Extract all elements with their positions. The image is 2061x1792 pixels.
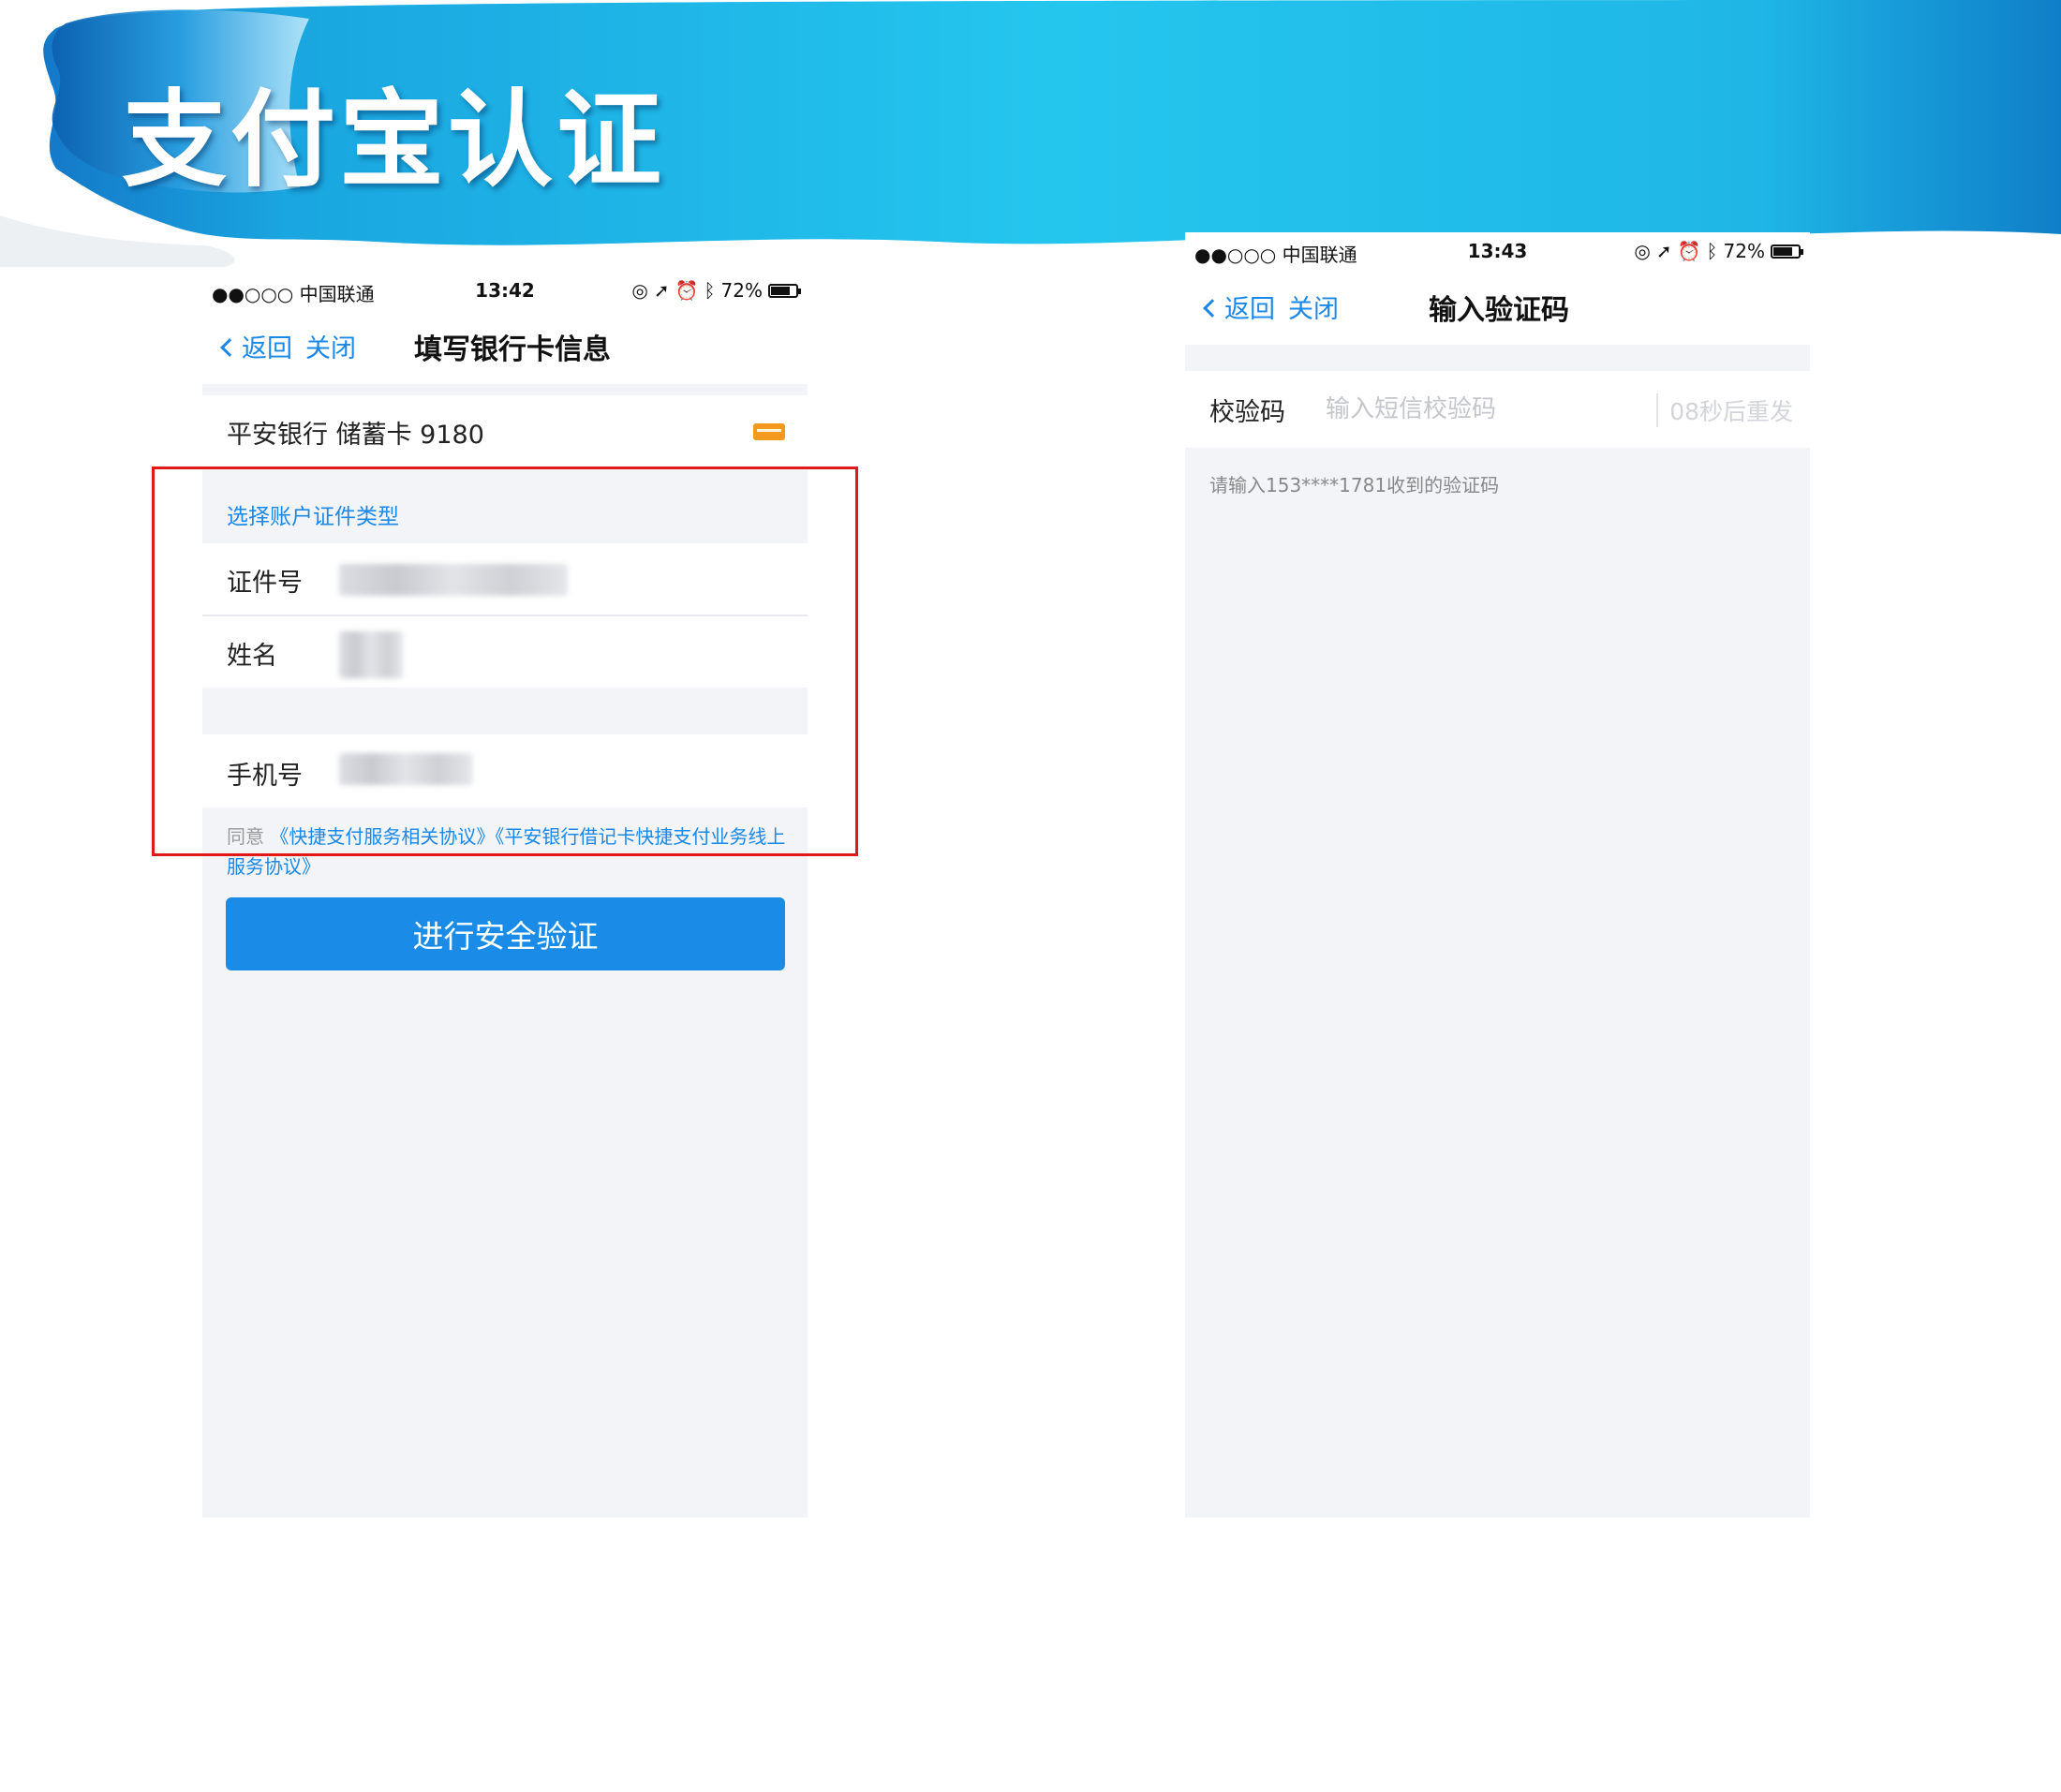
- status-bar: ●●○○○ 中国联通 13:43 ◎ ➚ ⏰ ᛒ 72%: [1185, 232, 1810, 272]
- resend-button[interactable]: 08秒后重发: [1656, 393, 1793, 427]
- bank-card-label: 平安银行 储蓄卡 9180: [227, 421, 484, 450]
- status-icons: ◎ ➚ ⏰ ᛒ 72%: [1634, 240, 1803, 262]
- close-button[interactable]: 关闭: [305, 328, 356, 364]
- nav-bar: 返回 关闭 填写银行卡信息: [202, 311, 808, 384]
- location-icon: ➚: [1655, 240, 1672, 262]
- lock-rotation-icon: ◎: [631, 279, 648, 302]
- battery-percent: 72%: [720, 279, 763, 302]
- battery-icon: [1771, 244, 1803, 259]
- lock-rotation-icon: ◎: [1634, 240, 1651, 262]
- page-title: 输入验证码: [1429, 294, 1569, 327]
- status-icons: ◎ ➚ ⏰ ᛒ 72%: [631, 279, 801, 302]
- phone-screen-bank-card-info: ●●○○○ 中国联通 13:42 ◎ ➚ ⏰ ᛒ 72% 返回 关闭 填写银行卡…: [202, 272, 808, 1518]
- battery-icon: [768, 283, 801, 298]
- alarm-icon: ⏰: [1677, 240, 1701, 262]
- back-label: 返回: [1224, 295, 1275, 324]
- back-button[interactable]: 返回: [220, 328, 292, 364]
- chevron-left-icon: [1203, 298, 1222, 318]
- code-label: 校验码: [1209, 398, 1285, 427]
- bluetooth-icon: ᛒ: [704, 279, 716, 302]
- location-icon: ➚: [653, 279, 670, 302]
- highlight-box: [152, 467, 858, 856]
- verification-code-row: 校验码 08秒后重发: [1185, 371, 1810, 448]
- page-title: 填写银行卡信息: [414, 333, 611, 366]
- back-label: 返回: [242, 334, 292, 363]
- battery-percent: 72%: [1723, 240, 1765, 262]
- back-button[interactable]: 返回: [1203, 289, 1275, 325]
- status-bar: ●●○○○ 中国联通 13:42 ◎ ➚ ⏰ ᛒ 72%: [202, 272, 808, 311]
- bluetooth-icon: ᛒ: [1706, 240, 1718, 262]
- code-input[interactable]: [1326, 392, 1625, 427]
- phone-screen-verification-code: ●●○○○ 中国联通 13:43 ◎ ➚ ⏰ ᛒ 72% 返回 关闭 输入验证码…: [1185, 232, 1810, 1518]
- bank-card-icon: [753, 423, 785, 440]
- alarm-icon: ⏰: [675, 279, 699, 302]
- slide-title: 支付宝认证: [122, 80, 665, 201]
- security-verify-button[interactable]: 进行安全验证: [226, 897, 785, 970]
- bank-card-row[interactable]: 平安银行 储蓄卡 9180: [202, 395, 808, 468]
- code-hint: 请输入153****1781收到的验证码: [1209, 474, 1500, 496]
- chevron-left-icon: [220, 337, 239, 357]
- close-button[interactable]: 关闭: [1288, 289, 1339, 325]
- nav-bar: 返回 关闭 输入验证码: [1185, 272, 1810, 345]
